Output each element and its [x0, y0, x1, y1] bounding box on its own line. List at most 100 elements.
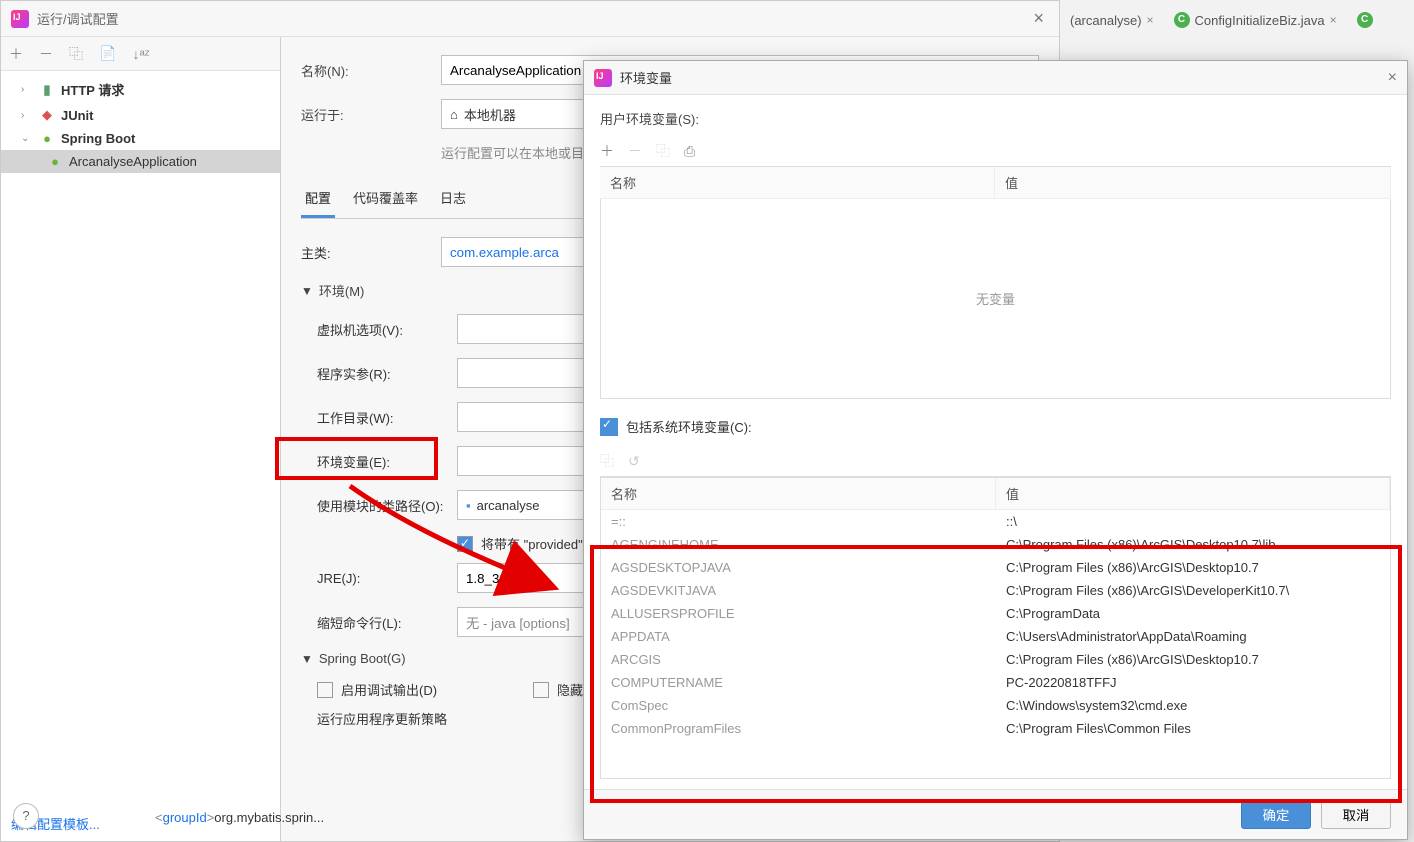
machine-icon: ⌂: [450, 107, 458, 122]
envvar-label: 环境变量(E):: [317, 452, 457, 471]
hide-banner-checkbox[interactable]: [533, 682, 549, 698]
dialog-title-bar: 运行/调试配置 ×: [1, 1, 1059, 37]
env-name: CommonProgramFiles: [611, 721, 1006, 736]
add-icon[interactable]: ＋: [9, 44, 23, 64]
workdir-label: 工作目录(W):: [317, 408, 457, 427]
user-env-label: 用户环境变量(S):: [600, 109, 1391, 128]
run-on-value: 本地机器: [464, 105, 516, 124]
env-name: ComSpec: [611, 698, 1006, 713]
sort-icon[interactable]: ↓ᵃᶻ: [132, 46, 149, 62]
spring-section-label: Spring Boot(G): [319, 651, 406, 666]
user-env-table[interactable]: 无变量: [600, 199, 1391, 399]
ok-button[interactable]: 确定: [1241, 801, 1311, 829]
env-dialog-footer: 确定 取消: [584, 789, 1407, 839]
table-row[interactable]: AGSDESKTOPJAVAC:\Program Files (x86)\Arc…: [601, 556, 1390, 579]
tree-label: ArcanalyseApplication: [69, 154, 197, 169]
env-variables-dialog: 环境变量 × 用户环境变量(S): ＋ － ⿻ ⎙ 名称 值 无变量 包括系统环…: [583, 60, 1408, 840]
include-system-label: 包括系统环境变量(C):: [626, 417, 752, 436]
include-system-checkbox[interactable]: [600, 418, 618, 436]
module-classpath-label: 使用模块的类路径(O):: [317, 496, 457, 515]
table-row[interactable]: CommonProgramFilesC:\Program Files\Commo…: [601, 717, 1390, 740]
env-value: C:\Users\Administrator\AppData\Roaming: [1006, 629, 1380, 644]
col-name[interactable]: 名称: [600, 167, 995, 198]
chevron-down-icon: ▼: [301, 284, 313, 298]
tree-item-junit[interactable]: › ◆ JUnit: [1, 103, 280, 127]
table-row[interactable]: ARCGISC:\Program Files (x86)\ArcGIS\Desk…: [601, 648, 1390, 671]
env-name: AGENGINEHOME: [611, 537, 1006, 552]
remove-icon[interactable]: －: [628, 141, 642, 161]
dialog-title: 运行/调试配置: [37, 9, 1028, 28]
env-dialog-title-bar: 环境变量 ×: [584, 61, 1407, 95]
tab-config[interactable]: 配置: [301, 182, 335, 218]
env-section-label: 环境(M): [319, 281, 365, 300]
config-tree: › ▮ HTTP 请求 › ◆ JUnit ⌄ ● Spring Boot ● …: [1, 71, 280, 806]
env-name: ALLUSERSPROFILE: [611, 606, 1006, 621]
table-row[interactable]: APPDATAC:\Users\Administrator\AppData\Ro…: [601, 625, 1390, 648]
system-env-table: 名称 值 =::::\AGENGINEHOMEC:\Program Files …: [600, 476, 1391, 779]
tree-label: JUnit: [61, 108, 94, 123]
tab-label: (arcanalyse): [1070, 13, 1142, 28]
tab-extra[interactable]: C: [1347, 7, 1383, 33]
paste-icon[interactable]: ⎙: [684, 143, 695, 160]
table-row[interactable]: AGENGINEHOMEC:\Program Files (x86)\ArcGI…: [601, 533, 1390, 556]
close-icon[interactable]: ×: [1388, 69, 1397, 87]
help-button[interactable]: ?: [13, 803, 39, 829]
shorten-label: 缩短命令行(L):: [317, 613, 457, 632]
close-icon[interactable]: ×: [1147, 13, 1154, 27]
config-tree-panel: ＋ － ⿻ 📄 ↓ᵃᶻ › ▮ HTTP 请求 › ◆ JUnit ⌄ ● Sp…: [1, 37, 281, 841]
main-class-label: 主类:: [301, 243, 441, 262]
remove-icon[interactable]: －: [39, 44, 53, 64]
debug-output-checkbox[interactable]: [317, 682, 333, 698]
env-name: APPDATA: [611, 629, 1006, 644]
tab-log[interactable]: 日志: [436, 182, 470, 218]
run-on-label: 运行于:: [301, 105, 441, 124]
table-row[interactable]: ALLUSERSPROFILEC:\ProgramData: [601, 602, 1390, 625]
copy-icon[interactable]: ⿻: [69, 44, 83, 64]
env-value: ::\: [1006, 514, 1380, 529]
env-value: C:\ProgramData: [1006, 606, 1380, 621]
tree-toolbar: ＋ － ⿻ 📄 ↓ᵃᶻ: [1, 37, 280, 71]
env-name: COMPUTERNAME: [611, 675, 1006, 690]
tab-label: ConfigInitializeBiz.java: [1195, 13, 1325, 28]
chevron-right-icon: ›: [21, 110, 33, 121]
user-env-toolbar: ＋ － ⿻ ⎙: [600, 136, 1391, 166]
sys-rows[interactable]: =::::\AGENGINEHOMEC:\Program Files (x86)…: [601, 510, 1390, 778]
tab-coverage[interactable]: 代码覆盖率: [349, 182, 422, 218]
env-name: =::: [611, 514, 1006, 529]
undo-icon[interactable]: ↺: [628, 453, 640, 470]
table-row[interactable]: =::::\: [601, 510, 1390, 533]
tree-label: Spring Boot: [61, 131, 135, 146]
name-label: 名称(N):: [301, 61, 441, 80]
col-value[interactable]: 值: [996, 478, 1390, 509]
close-icon[interactable]: ×: [1028, 8, 1049, 29]
env-value: C:\Program Files (x86)\ArcGIS\Desktop10.…: [1006, 537, 1380, 552]
chevron-down-icon: ▼: [301, 652, 313, 666]
debug-output-label: 启用调试输出(D): [341, 680, 437, 699]
java-class-icon: C: [1174, 12, 1190, 28]
chevron-down-icon: ⌄: [21, 133, 33, 144]
intellij-icon: [594, 69, 612, 87]
table-row[interactable]: AGSDEVKITJAVAC:\Program Files (x86)\ArcG…: [601, 579, 1390, 602]
tab-arcanalyse[interactable]: (arcanalyse) ×: [1060, 8, 1164, 33]
editor-tabs: (arcanalyse) × C ConfigInitializeBiz.jav…: [1060, 0, 1414, 40]
tree-item-http[interactable]: › ▮ HTTP 请求: [1, 76, 280, 103]
cancel-button[interactable]: 取消: [1321, 801, 1391, 829]
env-value: C:\Program Files\Common Files: [1006, 721, 1380, 736]
copy-icon[interactable]: ⿻: [600, 451, 614, 471]
save-icon[interactable]: 📄: [99, 45, 116, 62]
env-name: AGSDESKTOPJAVA: [611, 560, 1006, 575]
col-value[interactable]: 值: [995, 167, 1391, 198]
copy-icon[interactable]: ⿻: [656, 141, 670, 161]
table-row[interactable]: COMPUTERNAMEPC-20220818TFFJ: [601, 671, 1390, 694]
tab-config-biz[interactable]: C ConfigInitializeBiz.java ×: [1164, 7, 1347, 33]
tree-item-spring[interactable]: ⌄ ● Spring Boot: [1, 127, 280, 150]
provided-checkbox[interactable]: [457, 536, 473, 552]
vm-options-label: 虚拟机选项(V):: [317, 320, 457, 339]
table-row[interactable]: ComSpecC:\Windows\system32\cmd.exe: [601, 694, 1390, 717]
env-value: C:\Program Files (x86)\ArcGIS\Desktop10.…: [1006, 560, 1380, 575]
close-icon[interactable]: ×: [1330, 13, 1337, 27]
add-icon[interactable]: ＋: [600, 141, 614, 161]
env-dialog-title: 环境变量: [620, 68, 1388, 87]
tree-item-arcanalyse-app[interactable]: ● ArcanalyseApplication: [1, 150, 280, 173]
col-name[interactable]: 名称: [601, 478, 996, 509]
